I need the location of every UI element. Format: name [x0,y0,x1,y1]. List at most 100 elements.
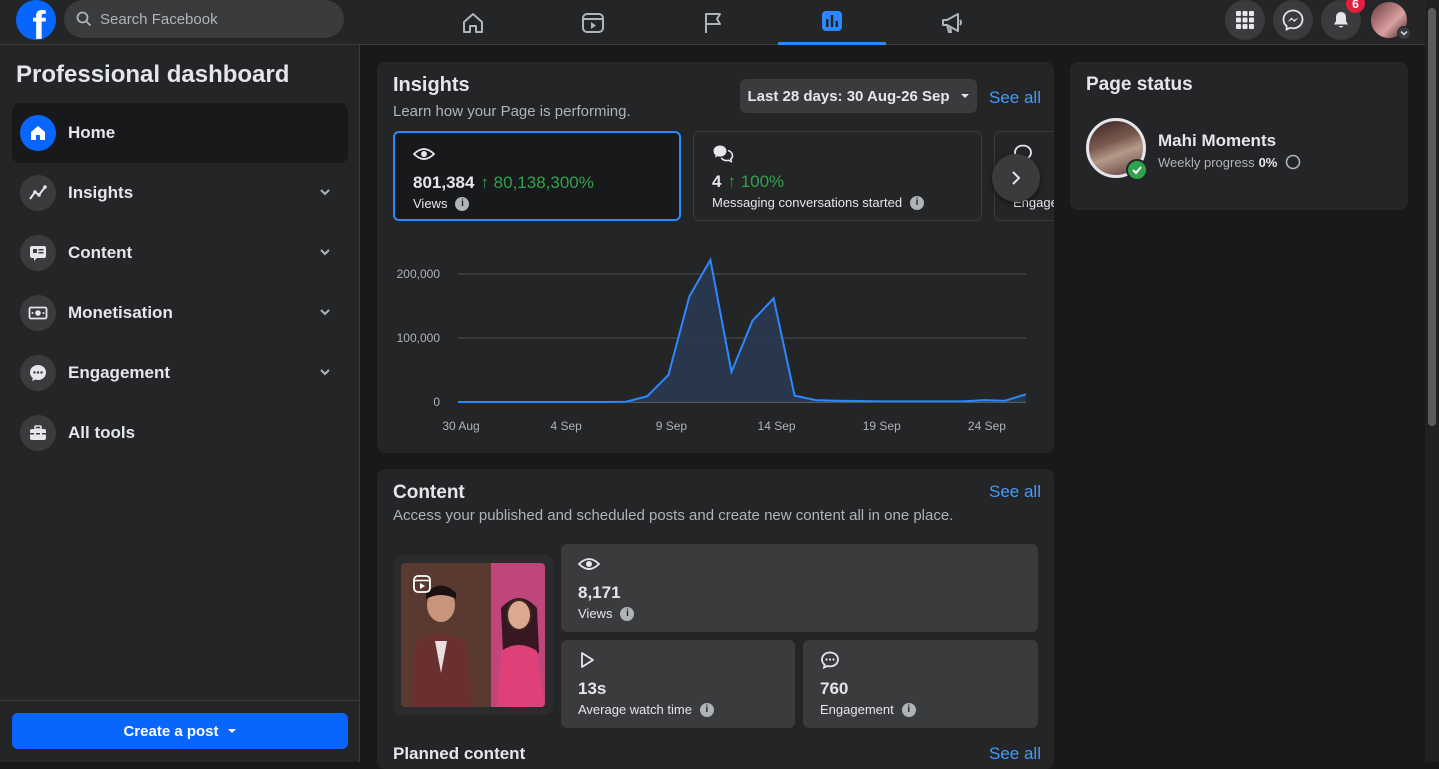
search-icon [76,11,92,27]
metric-card-messaging[interactable]: 4 ↑ 100% Messaging conversations started… [693,131,982,221]
tab-dashboard[interactable] [778,0,886,45]
y-tick-label: 100,000 [397,331,441,345]
sidebar-item-label: Engagement [68,363,171,382]
insights-see-all-link[interactable]: See all [989,88,1041,108]
x-tick-label: 30 Aug [442,419,479,433]
engagement-stat[interactable]: 760 Engagement i [803,640,1038,728]
planned-see-all-link[interactable]: See all [989,744,1041,764]
info-icon[interactable]: i [620,606,635,621]
facebook-logo[interactable]: f [16,0,56,40]
views-chart: 0 100,000 200,000 30 Aug 4 Sep 9 Sep 14 Sep 19 … [383,250,1043,440]
metric-label: Messaging conversations started [712,195,903,210]
chat-icon [20,355,56,391]
post-views-value: 8,171 [578,583,621,602]
scrollbar-thumb[interactable] [1428,8,1436,426]
sidebar-item-engagement[interactable]: Engagement [12,343,348,403]
bar-chart-icon [822,11,842,31]
messenger-button[interactable] [1273,0,1313,40]
money-icon [20,295,56,331]
watch-time-stat[interactable]: 13s Average watch time i [561,640,795,728]
content-icon [20,235,56,271]
notifications-button[interactable]: 6 [1321,0,1365,40]
chevron-down-icon[interactable] [318,245,332,259]
date-range-dropdown[interactable]: Last 28 days: 30 Aug-26 Sep [740,79,977,113]
sidebar-item-monetisation[interactable]: Monetisation [12,283,348,343]
toolbox-icon [20,415,56,451]
sidebar-footer: Create a post [0,700,359,762]
engagement-value: 760 [820,679,849,698]
reel-icon [413,575,431,593]
sidebar-item-label: Home [68,123,116,142]
next-metrics-button[interactable] [992,154,1040,202]
caret-down-icon [227,729,236,733]
metric-change: ↑ 100% [727,172,785,191]
chevron-down-icon[interactable] [318,305,332,319]
create-post-label: Create a post [123,722,219,740]
sidebar-item-label: Content [68,243,133,262]
post-views-label: Views [578,606,613,621]
sidebar-item-insights[interactable]: Insights [12,163,348,223]
content-see-all-link[interactable]: See all [989,482,1041,502]
trend-icon [20,175,56,211]
search-input[interactable] [100,10,320,28]
chevron-down-icon[interactable] [318,185,332,199]
post-thumbnail[interactable] [393,555,553,715]
flag-icon [705,12,721,33]
tab-video[interactable] [539,0,647,45]
post-views-label-row: Views i [578,606,635,621]
search-box[interactable] [64,0,344,38]
x-tick-label: 14 Sep [758,419,796,433]
info-icon[interactable]: i [699,702,714,717]
metric-label-row: Messaging conversations started i [712,195,925,210]
page-name[interactable]: Mahi Moments [1158,131,1276,151]
chevron-down-icon[interactable] [318,365,332,379]
info-icon[interactable]: i [455,196,470,211]
views-area [458,259,1026,402]
sidebar-item-content[interactable]: Content [12,223,348,283]
menu-button[interactable] [1225,0,1265,40]
create-post-button[interactable]: Create a post [12,713,348,749]
post-views-stat[interactable]: 8,171 Views i [561,544,1038,632]
date-range-label: Last 28 days: 30 Aug-26 Sep [747,87,950,105]
sidebar-item-label: All tools [68,423,136,442]
chevron-down-icon [1400,31,1408,36]
notification-badge: 6 [1346,0,1365,13]
caret-down-icon [960,94,969,98]
insights-title: Insights [393,74,470,96]
x-tick-label: 19 Sep [863,419,901,433]
verified-check-icon [1126,159,1148,181]
page-status-title: Page status [1086,74,1193,95]
bell-icon [1334,12,1348,28]
content-title: Content [393,482,465,503]
sidebar-item-all-tools[interactable]: All tools [12,403,348,463]
tab-home[interactable] [419,0,527,45]
metric-card-views[interactable]: 801,384 ↑ 80,138,300% Views i [393,131,681,221]
planned-content-title: Planned content [393,744,526,763]
account-menu-button[interactable] [1397,26,1411,40]
sidebar-item-label: Monetisation [68,303,173,322]
home-icon [20,115,56,151]
tab-ads[interactable] [898,0,1006,45]
messenger-icon [1282,9,1304,31]
views-chart-svg: 0 100,000 200,000 30 Aug 4 Sep 9 Sep 14 Sep 19 … [397,257,1027,433]
tab-pages[interactable] [659,0,767,45]
eye-icon [578,558,600,570]
engagement-label: Engagement [820,702,894,717]
metric-change: ↑ 80,138,300% [480,173,594,192]
watch-time-label-row: Average watch time i [578,702,714,717]
grid-menu-icon [1236,11,1254,29]
progress-ring-icon [1286,154,1301,170]
messages-icon [713,145,734,163]
top-navigation-bar: f 6 [0,0,1425,45]
eye-icon [413,148,435,160]
sidebar-item-home[interactable]: Home [12,103,348,163]
x-tick-label: 9 Sep [656,419,688,433]
watch-time-value: 13s [578,679,607,698]
page-scrollbar[interactable] [1425,0,1439,762]
info-icon[interactable]: i [910,195,925,210]
megaphone-icon [942,12,962,33]
insights-subtitle: Learn how your Page is performing. [393,103,631,120]
info-icon[interactable]: i [901,702,916,717]
metric-value: 4 [712,172,722,191]
y-tick-label: 200,000 [397,267,441,281]
